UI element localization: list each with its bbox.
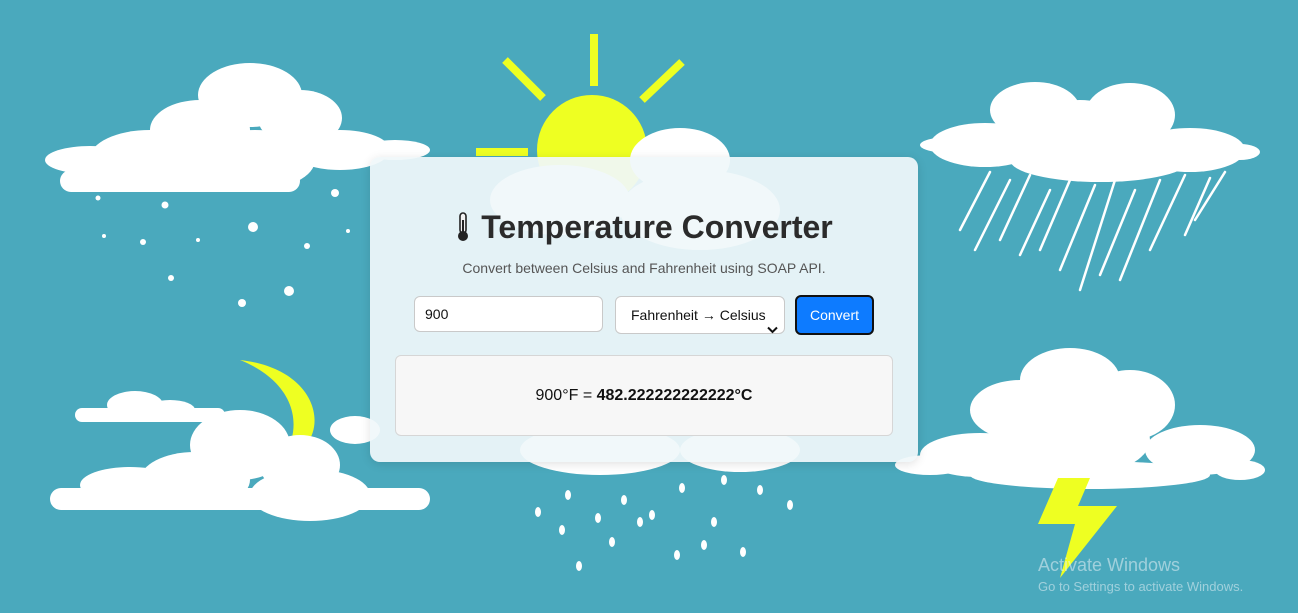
chevron-down-icon bbox=[767, 311, 778, 347]
page-title: Temperature Converter bbox=[370, 207, 918, 251]
thermometer-icon bbox=[455, 211, 471, 251]
rain-cloud-top-right bbox=[920, 82, 1260, 182]
conversion-mode-select[interactable]: Fahrenheit → Celsius bbox=[615, 296, 785, 334]
storm-cloud-bottom-right bbox=[895, 348, 1265, 489]
raindrops bbox=[535, 475, 793, 571]
watermark-subtitle: Go to Settings to activate Windows. bbox=[1038, 579, 1244, 594]
convert-button[interactable]: Convert bbox=[795, 295, 874, 335]
watermark-title: Activate Windows bbox=[1038, 555, 1181, 575]
result-box: 900°F = 482.222222222222°C bbox=[395, 355, 893, 436]
snowflakes bbox=[95, 189, 350, 307]
page-title-text: Temperature Converter bbox=[481, 209, 833, 245]
temperature-input[interactable] bbox=[414, 296, 603, 332]
conversion-mode-value: Fahrenheit → Celsius bbox=[631, 307, 766, 323]
result-value: 482.222222222222°C bbox=[596, 387, 753, 404]
converter-card: Temperature Converter Convert between Ce… bbox=[370, 157, 918, 462]
page-subtitle: Convert between Celsius and Fahrenheit u… bbox=[462, 260, 826, 276]
rain-streaks bbox=[958, 170, 1227, 292]
activate-windows-watermark: Activate Windows Go to Settings to activ… bbox=[1038, 555, 1243, 594]
result-prefix: 900°F = bbox=[535, 387, 597, 404]
